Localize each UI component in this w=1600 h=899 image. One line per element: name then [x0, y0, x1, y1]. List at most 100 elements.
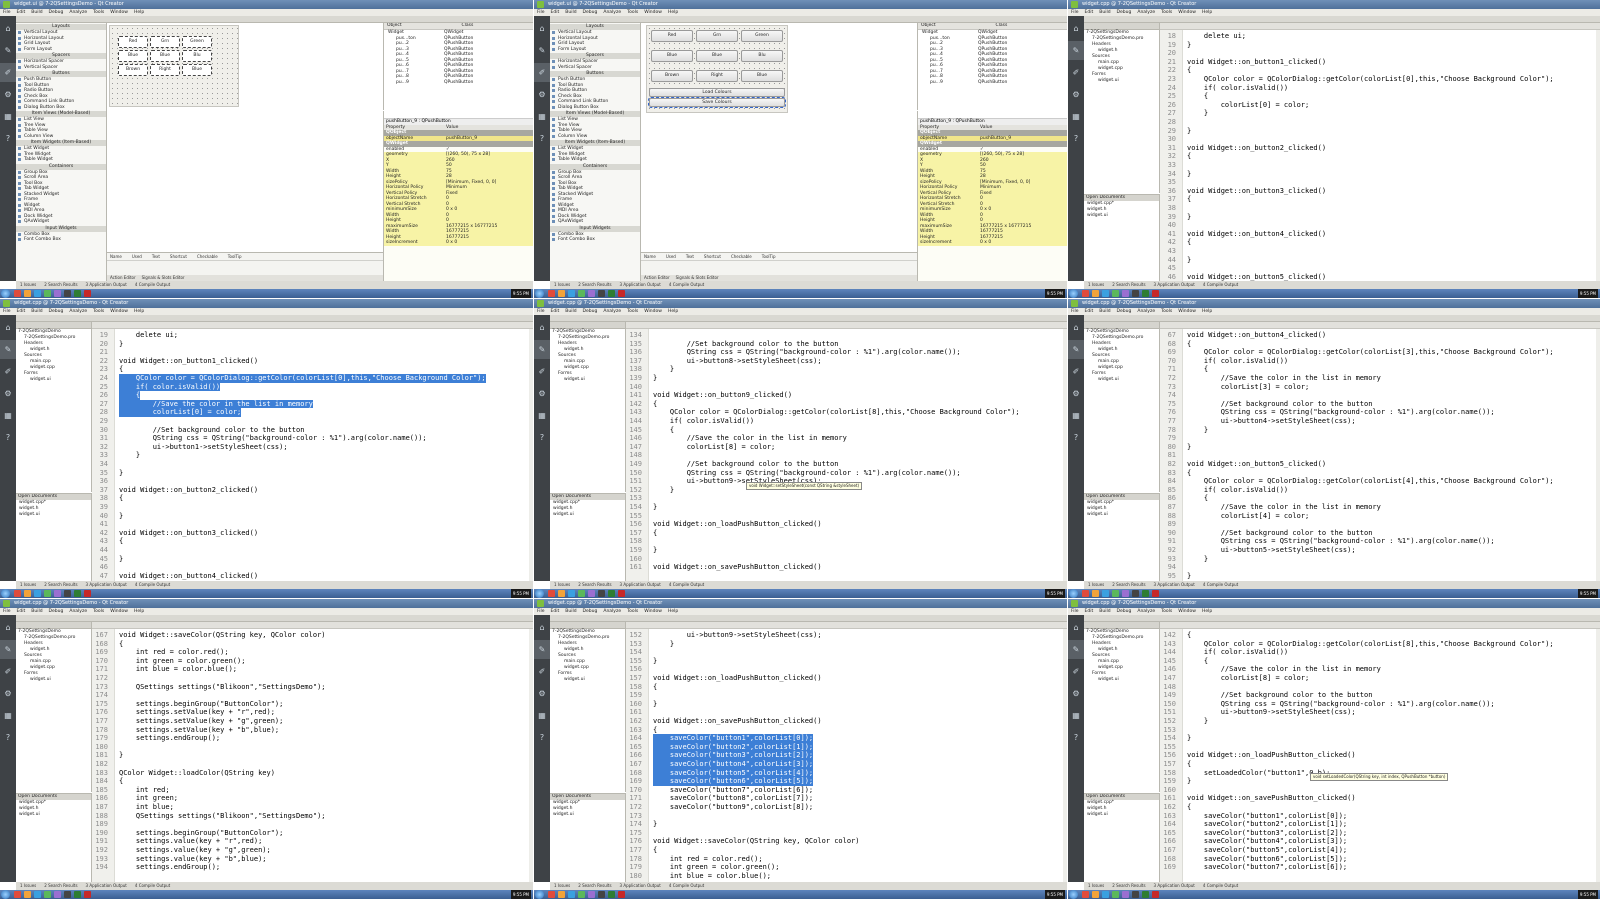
code-text[interactable]: int green; — [119, 794, 178, 803]
output-tab[interactable]: 1 Issues — [20, 582, 36, 587]
taskbar-app-icon[interactable] — [84, 290, 91, 297]
output-tab[interactable]: 3 Application Output — [86, 282, 127, 287]
load-colours-button[interactable]: Load Colours — [649, 88, 785, 97]
taskbar-app-icon[interactable] — [1102, 891, 1109, 898]
code-text[interactable]: { — [1187, 66, 1191, 75]
widget-box-item[interactable]: QAxWidget — [16, 219, 106, 225]
mode-design[interactable]: ✐ — [1068, 63, 1084, 82]
code-text[interactable]: settings.endGroup(); — [119, 863, 220, 872]
taskbar-app-icon[interactable] — [34, 891, 41, 898]
code-text[interactable]: } — [1187, 555, 1208, 564]
start-button[interactable] — [1069, 289, 1078, 298]
menu-item-window[interactable]: Window — [644, 609, 662, 614]
code-text[interactable]: } — [119, 555, 123, 564]
mode-edit[interactable]: ✎ — [1068, 640, 1084, 659]
start-button[interactable] — [535, 589, 544, 598]
code-editor[interactable]: 167 void Widget::saveColor(QString key, Q… — [92, 622, 533, 882]
code-text[interactable]: } — [653, 365, 674, 374]
code-text[interactable]: } — [1187, 41, 1191, 50]
code-text[interactable]: int green = color.green(); — [119, 657, 246, 666]
menu-item-debug[interactable]: Debug — [1117, 309, 1132, 314]
code-text[interactable]: void Widget::on_button3_clicked() — [1187, 187, 1326, 196]
mode-welcome[interactable]: ⌂ — [1068, 318, 1084, 337]
code-text[interactable]: if( color.isValid()) — [119, 382, 221, 392]
menu-item-window[interactable]: Window — [110, 10, 128, 15]
property-filter-input[interactable] — [918, 111, 1067, 119]
output-tab[interactable]: 1 Issues — [554, 282, 570, 287]
code-text[interactable]: { — [1187, 469, 1191, 478]
mode-design[interactable]: ✐ — [1068, 362, 1084, 381]
vertical-scrollbar[interactable] — [1596, 629, 1600, 882]
code-text[interactable]: settings.beginGroup("ButtonColor"); — [119, 829, 284, 838]
taskbar-app-icon[interactable] — [588, 290, 595, 297]
start-button[interactable] — [535, 890, 544, 899]
menu-item-analyze[interactable]: Analyze — [69, 309, 87, 314]
code-text[interactable]: { — [653, 726, 657, 735]
code-text[interactable]: delete ui; — [1187, 32, 1246, 41]
menu-item-build[interactable]: Build — [565, 309, 576, 314]
taskbar-app-icon[interactable] — [1112, 290, 1119, 297]
code-text[interactable]: } — [119, 451, 140, 460]
output-tab[interactable]: 2 Search Results — [578, 582, 611, 587]
mode-design[interactable]: ✐ — [0, 362, 16, 381]
output-tab[interactable]: 4 Compile Output — [669, 282, 704, 287]
start-button[interactable] — [1, 589, 10, 598]
output-tab[interactable]: 4 Compile Output — [669, 883, 704, 888]
code-text[interactable]: int red = color.red(); — [653, 855, 763, 864]
code-text[interactable]: //Set background color to the button — [1187, 529, 1373, 538]
color-button-6[interactable]: Blu — [741, 50, 783, 62]
taskbar-app-icon[interactable] — [84, 891, 91, 898]
taskbar-app-icon[interactable] — [608, 891, 615, 898]
code-text[interactable]: } — [653, 374, 657, 383]
color-button-9[interactable]: Blue — [741, 70, 783, 82]
mode-help[interactable]: ? — [534, 728, 550, 747]
taskbar-app-icon[interactable] — [34, 290, 41, 297]
code-text[interactable]: int blue = color.blue(); — [119, 665, 237, 674]
code-text[interactable]: void Widget::on_button3_clicked() — [119, 529, 258, 538]
code-text[interactable]: QString css = QString("background-color … — [1187, 408, 1495, 417]
code-text[interactable]: } — [1187, 443, 1191, 452]
widget-box-item[interactable]: Column View — [16, 134, 106, 140]
menu-item-build[interactable]: Build — [1099, 609, 1110, 614]
output-tab[interactable]: 2 Search Results — [44, 582, 77, 587]
mode-debug[interactable]: ⚙ — [534, 384, 550, 403]
menu-item-edit[interactable]: Edit — [17, 10, 26, 15]
code-text[interactable]: { — [1187, 631, 1191, 640]
code-text[interactable]: ui->button5->setStyleSheet(css); — [1187, 546, 1356, 555]
menu-item-edit[interactable]: Edit — [1085, 10, 1094, 15]
code-text[interactable]: { — [1187, 365, 1208, 374]
code-text[interactable]: { — [1187, 803, 1191, 812]
taskbar-app-icon[interactable] — [1142, 891, 1149, 898]
mode-projects[interactable]: ▦ — [0, 107, 16, 126]
code-text[interactable]: if( color.isValid()) — [1187, 84, 1288, 93]
taskbar-app-icon[interactable] — [1122, 891, 1129, 898]
code-text[interactable]: } — [653, 486, 674, 495]
code-editor[interactable]: 67 void Widget::on_button4_clicked() 68{69… — [1160, 322, 1600, 581]
code-text[interactable]: settings.value(key + "g",green); — [119, 846, 271, 855]
color-button-9[interactable]: Blue — [182, 64, 212, 76]
menu-item-debug[interactable]: Debug — [49, 309, 64, 314]
output-tab[interactable]: 4 Compile Output — [1203, 282, 1238, 287]
output-tab[interactable]: 3 Application Output — [620, 582, 661, 587]
output-tab[interactable]: 4 Compile Output — [135, 582, 170, 587]
output-tab[interactable]: 3 Application Output — [1154, 582, 1195, 587]
code-text[interactable]: } — [1187, 256, 1191, 265]
code-text[interactable]: { — [653, 846, 657, 855]
widget-box-item[interactable]: Vertical Spacer — [550, 65, 640, 71]
code-text[interactable]: settings.value(key + "r",red); — [119, 837, 262, 846]
menu-item-analyze[interactable]: Analyze — [603, 309, 621, 314]
code-text[interactable]: { — [653, 529, 657, 538]
taskbar-app-icon[interactable] — [558, 891, 565, 898]
menu-item-analyze[interactable]: Analyze — [603, 10, 621, 15]
action-editor-tab[interactable]: Action Editor — [110, 275, 136, 280]
output-tab[interactable]: 2 Search Results — [1112, 282, 1145, 287]
menu-item-window[interactable]: Window — [1178, 309, 1196, 314]
code-text[interactable]: int red; — [119, 786, 170, 795]
color-button-4[interactable]: Blue — [118, 50, 148, 62]
code-text[interactable]: QString css = QString("background-color … — [653, 469, 961, 478]
property-row[interactable]: sizeIncrement 0 x 0 — [918, 240, 1067, 246]
start-button[interactable] — [1069, 589, 1078, 598]
menu-item-debug[interactable]: Debug — [49, 609, 64, 614]
open-document-item[interactable]: widget.ui — [550, 512, 625, 518]
form-widget[interactable]: Red Grn Green Blue Blue Blu Brown Right Blue — [109, 25, 239, 107]
